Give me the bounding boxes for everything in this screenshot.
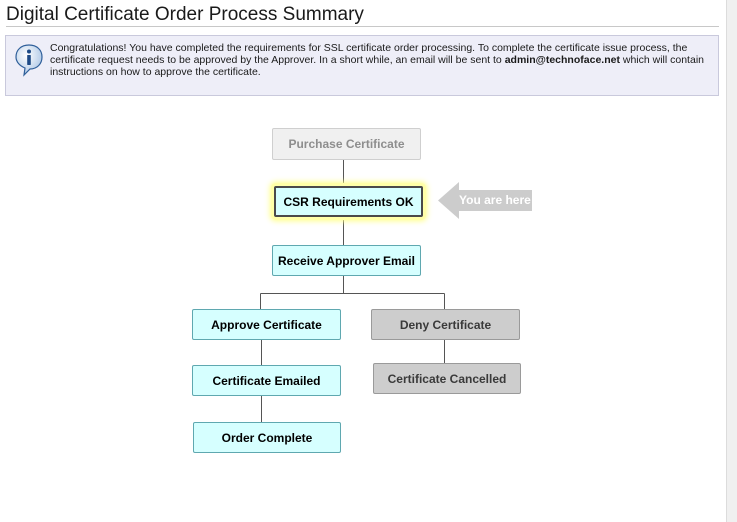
step-label: CSR Requirements OK xyxy=(283,194,414,209)
step-label: Certificate Emailed xyxy=(212,373,321,388)
step-csr-requirements: CSR Requirements OK xyxy=(274,186,423,217)
step-receive-approver-email: Receive Approver Email xyxy=(272,245,421,276)
step-certificate-emailed: Certificate Emailed xyxy=(192,365,341,396)
step-label: Purchase Certificate xyxy=(288,137,405,151)
step-order-complete: Order Complete xyxy=(193,422,341,453)
step-label: Receive Approver Email xyxy=(278,253,415,268)
step-certificate-cancelled: Certificate Cancelled xyxy=(373,363,521,394)
step-label: Approve Certificate xyxy=(211,317,322,332)
step-label: Order Complete xyxy=(221,430,313,445)
step-deny-certificate: Deny Certificate xyxy=(371,309,520,340)
step-purchase-certificate: Purchase Certificate xyxy=(272,128,421,160)
you-are-here-label: You are here xyxy=(459,193,531,207)
step-label: Certificate Cancelled xyxy=(387,371,507,386)
step-approve-certificate: Approve Certificate xyxy=(192,309,341,340)
step-label: Deny Certificate xyxy=(399,317,492,332)
